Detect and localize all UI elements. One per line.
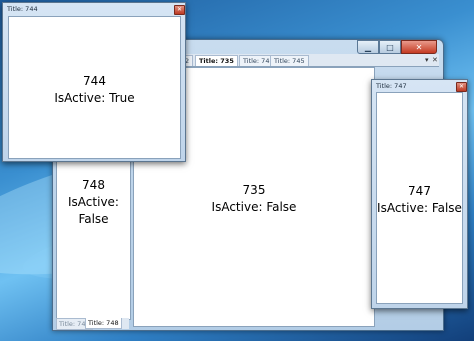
pane-status: IsActive: True: [54, 91, 135, 105]
window-client-area: 747 IsActive: False: [376, 92, 463, 304]
pane-content: 735 IsActive: False: [134, 182, 374, 216]
pane-status: IsActive: False: [377, 201, 462, 215]
window-title: Title: 747: [376, 82, 407, 90]
maximize-button[interactable]: □: [379, 40, 401, 54]
tab-title-745[interactable]: Title: 745: [270, 55, 309, 66]
pane-id: 735: [242, 183, 266, 197]
left-tab-strip: Title: 746 Title: 748: [56, 318, 129, 330]
tab-dropdown-icon[interactable]: ▾: [425, 54, 429, 66]
tab-title-748[interactable]: Title: 748: [85, 318, 122, 329]
close-icon[interactable]: ✕: [174, 5, 185, 15]
close-button[interactable]: ✕: [401, 40, 437, 54]
pane-content: 747 IsActive: False: [377, 183, 462, 217]
pane-status: IsActive: False: [68, 195, 119, 226]
pane-id: 748: [82, 178, 105, 192]
floating-window-744[interactable]: Title: 744 ✕ 744 IsActive: True: [2, 2, 186, 162]
minimize-button[interactable]: ▁: [357, 40, 379, 54]
pane-id: 747: [408, 184, 431, 198]
window-client-area: 744 IsActive: True: [8, 16, 181, 159]
document-tab-strip: 2 Title: 735 Title: 743 Title: 745 ▾ ✕: [181, 54, 439, 67]
pane-content: 744 IsActive: True: [9, 73, 180, 107]
caption-buttons: ▁ □ ✕: [357, 40, 437, 54]
pane-content: 748 IsActive: False: [57, 177, 130, 228]
pane-status: IsActive: False: [211, 200, 297, 214]
tab-strip-close-icon[interactable]: ✕: [432, 54, 438, 66]
close-icon[interactable]: ✕: [456, 82, 467, 92]
tab-title-735[interactable]: Title: 735: [195, 55, 238, 66]
window-title: Title: 744: [7, 5, 38, 13]
floating-window-747[interactable]: Title: 747 ✕ 747 IsActive: False: [371, 79, 468, 309]
pane-id: 744: [83, 74, 106, 88]
